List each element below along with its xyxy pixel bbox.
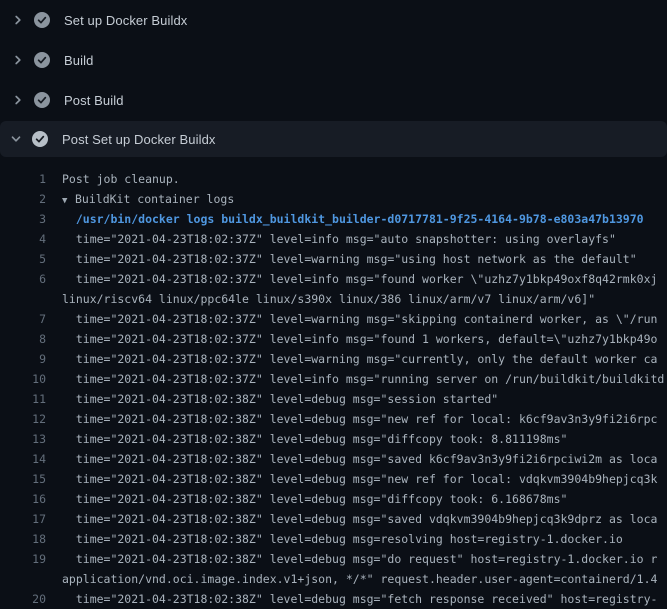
log-line-text: time="2021-04-23T18:02:38Z" level=debug … [62,409,657,429]
log-line-text: time="2021-04-23T18:02:38Z" level=debug … [62,509,657,529]
steps-list: Set up Docker Buildx Build P [0,0,667,157]
log-line: 16 time="2021-04-23T18:02:38Z" level=deb… [0,489,667,509]
group-expanded-triangle-icon: ▼ [62,191,75,209]
log-line: 7 time="2021-04-23T18:02:37Z" level=warn… [0,309,667,329]
log-line: 12 time="2021-04-23T18:02:38Z" level=deb… [0,409,667,429]
log-line-text: application/vnd.oci.image.index.v1+json,… [62,569,657,589]
step-label: Set up Docker Buildx [64,13,187,28]
log-line: 17 time="2021-04-23T18:02:38Z" level=deb… [0,509,667,529]
log-line: 20 time="2021-04-23T18:02:38Z" level=deb… [0,589,667,609]
log-line-text: time="2021-04-23T18:02:38Z" level=debug … [62,449,657,469]
chevron-right-icon [12,54,24,66]
log-line-number[interactable]: 20 [0,589,46,609]
chevron-down-icon [10,133,22,145]
log-line-number[interactable]: 17 [0,509,46,529]
log-line-number[interactable]: 19 [0,549,46,569]
log-line: 10 time="2021-04-23T18:02:37Z" level=inf… [0,369,667,389]
log-line: 8 time="2021-04-23T18:02:37Z" level=info… [0,329,667,349]
log-line-number[interactable]: 13 [0,429,46,449]
log-command-text: /usr/bin/docker logs buildx_buildkit_bui… [62,209,644,229]
log-group-toggle[interactable]: ▼BuildKit container logs [62,189,234,209]
check-circle-icon [34,92,50,108]
step-label: Post Set up Docker Buildx [62,132,216,147]
step-label: Post Build [64,93,124,108]
log-line: 5 time="2021-04-23T18:02:37Z" level=warn… [0,249,667,269]
log-line: linux/riscv64 linux/ppc64le linux/s390x … [0,289,667,309]
log-line-number [0,289,46,309]
log-viewer: 1 Post job cleanup. 2 ▼BuildKit containe… [0,157,667,609]
log-line: application/vnd.oci.image.index.v1+json,… [0,569,667,589]
log-line: 9 time="2021-04-23T18:02:37Z" level=warn… [0,349,667,369]
check-circle-icon [34,52,50,68]
log-line: 6 time="2021-04-23T18:02:37Z" level=info… [0,269,667,289]
log-line-text: time="2021-04-23T18:02:38Z" level=debug … [62,469,657,489]
step-label: Build [64,53,93,68]
log-line-number[interactable]: 15 [0,469,46,489]
log-line-number[interactable]: 5 [0,249,46,269]
log-line: 14 time="2021-04-23T18:02:38Z" level=deb… [0,449,667,469]
group-title: BuildKit container logs [75,192,234,206]
log-line-text: linux/riscv64 linux/ppc64le linux/s390x … [62,289,595,309]
log-line-text: Post job cleanup. [62,169,180,189]
log-line: 4 time="2021-04-23T18:02:37Z" level=info… [0,229,667,249]
chevron-right-icon [12,94,24,106]
log-line-text: time="2021-04-23T18:02:38Z" level=debug … [62,589,657,609]
log-line-text: time="2021-04-23T18:02:38Z" level=debug … [62,389,498,409]
log-line: 3 /usr/bin/docker logs buildx_buildkit_b… [0,209,667,229]
log-line-number[interactable]: 2 [0,189,46,209]
log-line-text: time="2021-04-23T18:02:37Z" level=info m… [62,369,664,389]
check-circle-icon [32,131,48,147]
log-line-number[interactable]: 8 [0,329,46,349]
log-line-number[interactable]: 1 [0,169,46,189]
log-line: 1 Post job cleanup. [0,169,667,189]
chevron-right-icon [12,14,24,26]
log-line-number[interactable]: 7 [0,309,46,329]
log-line: 13 time="2021-04-23T18:02:38Z" level=deb… [0,429,667,449]
log-line: 11 time="2021-04-23T18:02:38Z" level=deb… [0,389,667,409]
log-line-text: time="2021-04-23T18:02:38Z" level=debug … [62,529,623,549]
log-line-number[interactable]: 18 [0,529,46,549]
log-line-number[interactable]: 6 [0,269,46,289]
log-line: 18 time="2021-04-23T18:02:38Z" level=deb… [0,529,667,549]
step-row-post-set-up-docker-buildx[interactable]: Post Set up Docker Buildx [0,121,667,157]
log-line-text: time="2021-04-23T18:02:37Z" level=warnin… [62,349,657,369]
log-line-text: time="2021-04-23T18:02:37Z" level=info m… [62,329,657,349]
log-line-text: time="2021-04-23T18:02:38Z" level=debug … [62,429,567,449]
log-line-number[interactable]: 4 [0,229,46,249]
log-line-text: time="2021-04-23T18:02:38Z" level=debug … [62,549,657,569]
log-line-number[interactable]: 11 [0,389,46,409]
step-row-post-build[interactable]: Post Build [0,80,667,120]
log-line-text: time="2021-04-23T18:02:37Z" level=info m… [62,269,657,289]
log-line-number[interactable]: 3 [0,209,46,229]
log-line-text: time="2021-04-23T18:02:37Z" level=info m… [62,229,616,249]
log-line: 2 ▼BuildKit container logs [0,189,667,209]
log-line: 15 time="2021-04-23T18:02:38Z" level=deb… [0,469,667,489]
log-line-number[interactable]: 12 [0,409,46,429]
log-line: 19 time="2021-04-23T18:02:38Z" level=deb… [0,549,667,569]
check-circle-icon [34,12,50,28]
step-row-build[interactable]: Build [0,40,667,80]
log-line-number[interactable]: 14 [0,449,46,469]
log-line-number [0,569,46,589]
log-line-text: time="2021-04-23T18:02:37Z" level=warnin… [62,249,637,269]
log-line-number[interactable]: 10 [0,369,46,389]
log-line-number[interactable]: 16 [0,489,46,509]
step-row-set-up-docker-buildx[interactable]: Set up Docker Buildx [0,0,667,40]
log-line-number[interactable]: 9 [0,349,46,369]
log-line-text: time="2021-04-23T18:02:38Z" level=debug … [62,489,567,509]
log-line-text: time="2021-04-23T18:02:37Z" level=warnin… [62,309,657,329]
